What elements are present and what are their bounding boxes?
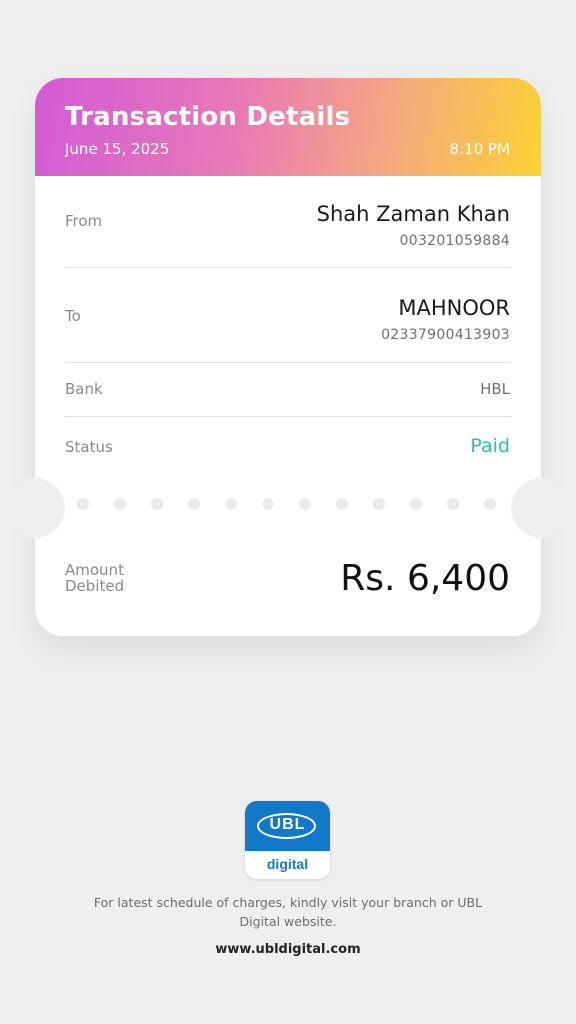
perforation-dot [373,498,385,510]
status-label: Status [65,438,113,456]
perforation-dot [114,498,126,510]
website-link[interactable]: www.ubldigital.com [88,942,488,957]
ubl-digital-logo: UBL digital [245,801,330,879]
charges-note: For latest schedule of charges, kindly v… [93,895,483,929]
logo-text: UBL [269,816,306,833]
ticket-notch-left [5,478,65,538]
from-name: Shah Zaman Khan [316,202,510,226]
perforation-dot [484,498,496,510]
perforation-dot [262,498,274,510]
from-account: 003201059884 [399,233,510,249]
logo-subtext: digital [266,856,309,872]
perforation-dot [336,498,348,510]
logo-top: UBL [245,801,330,851]
perforation-dot [77,498,89,510]
transaction-card: Transaction Details June 15, 2025 8:10 P… [5,78,571,636]
perforation-dot [151,498,163,510]
perforation-dot [188,498,200,510]
page-title: Transaction Details [65,102,351,132]
perforation-dot [299,498,311,510]
perforation-dot [225,498,237,510]
perforation-dot [447,498,459,510]
perforation-dots [77,498,499,510]
divider [65,416,511,417]
bank-value: HBL [480,380,510,398]
to-label: To [65,307,81,325]
status-badge: Paid [470,435,510,457]
amount-label: Amount Debited [65,561,125,595]
to-name: MAHNOOR [398,296,510,320]
amount-value: Rs. 6,400 [340,558,510,599]
ticket-notch-right [511,478,571,538]
transaction-time: 8:10 PM [449,140,510,158]
divider [65,362,511,363]
bank-label: Bank [65,380,103,398]
perforation-dot [410,498,422,510]
from-label: From [65,212,103,230]
to-account: 02337900413903 [381,327,510,343]
transaction-date: June 15, 2025 [65,140,170,158]
divider [65,267,511,268]
card-header: Transaction Details June 15, 2025 8:10 P… [35,78,541,176]
